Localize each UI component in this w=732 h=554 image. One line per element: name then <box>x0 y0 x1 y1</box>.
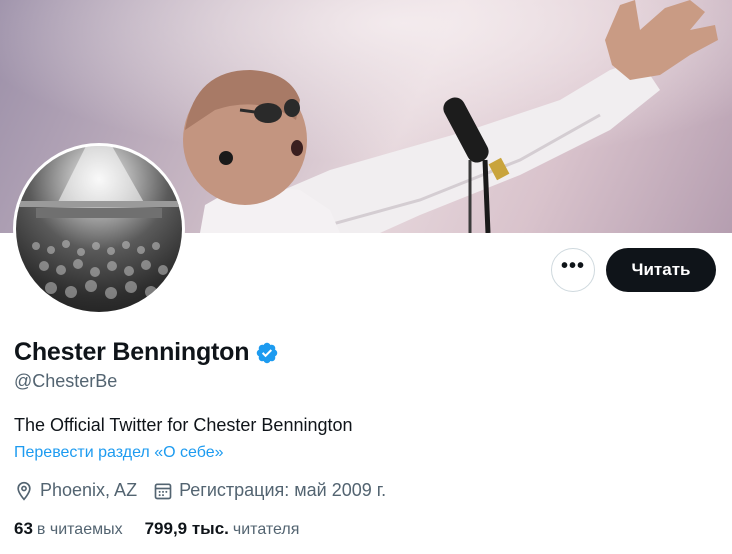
profile-meta: Phoenix, AZ Регистрация: май 2009 г. <box>14 480 402 501</box>
followers-count: 799,9 тыс. <box>144 519 229 538</box>
location-text: Phoenix, AZ <box>40 480 138 500</box>
follow-button[interactable]: Читать <box>606 248 716 292</box>
followers-label: читателя <box>232 521 300 538</box>
more-dots-icon: ••• <box>560 255 585 277</box>
location-item: Phoenix, AZ <box>14 480 137 501</box>
map-pin-icon <box>17 481 31 501</box>
translate-bio-link[interactable]: Перевести раздел «О себе» <box>14 444 224 462</box>
bio: The Official Twitter for Chester Benning… <box>14 415 353 435</box>
following-count: 63 <box>14 519 33 538</box>
joined-text: Регистрация: май 2009 г. <box>179 480 387 500</box>
following-link[interactable]: 63 в читаемых <box>14 519 123 539</box>
display-name: Chester Bennington <box>14 338 250 366</box>
avatar-image <box>16 146 182 312</box>
profile-stats: 63 в читаемых 799,9 тыс. читателя <box>14 519 321 539</box>
calendar-icon <box>154 483 172 499</box>
handle: @ChesterBe <box>14 371 118 391</box>
more-button[interactable]: ••• <box>551 248 595 292</box>
followers-link[interactable]: 799,9 тыс. читателя <box>145 519 300 539</box>
verified-badge-icon[interactable] <box>255 341 279 365</box>
joined-item: Регистрация: май 2009 г. <box>153 480 386 501</box>
name-row: Chester Bennington <box>14 338 279 367</box>
following-label: в читаемых <box>36 521 123 538</box>
profile-avatar[interactable] <box>13 143 185 315</box>
